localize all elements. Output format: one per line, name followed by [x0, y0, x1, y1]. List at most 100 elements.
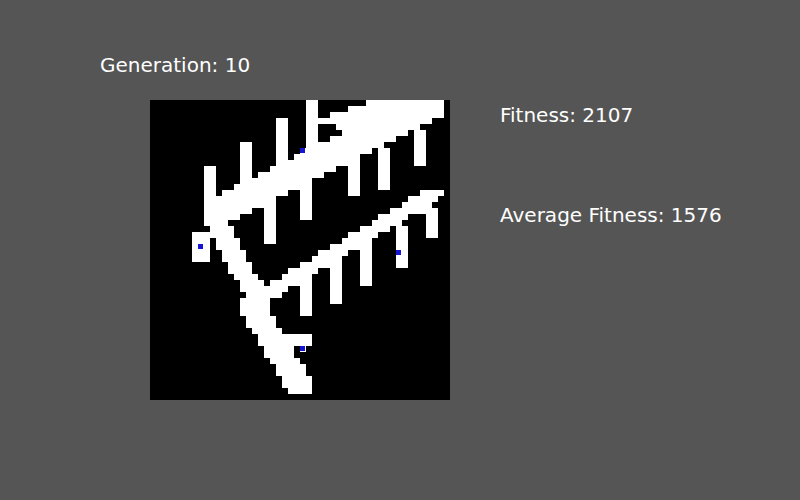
grid-cell [180, 220, 186, 226]
grid-cell [366, 280, 372, 286]
grid-cell [222, 274, 228, 280]
grid-cell [438, 262, 444, 268]
grid-cell [444, 268, 450, 274]
grid-cell [150, 280, 156, 286]
grid-cell [444, 154, 450, 160]
grid-cell [378, 304, 384, 310]
grid-cell [414, 274, 420, 280]
grid-cell [408, 172, 414, 178]
grid-cell [372, 256, 378, 262]
grid-cell [204, 112, 210, 118]
grid-cell [252, 262, 258, 268]
grid-cell [360, 310, 366, 316]
grid-cell [432, 292, 438, 298]
grid-cell [186, 178, 192, 184]
grid-cell [168, 130, 174, 136]
grid-cell [174, 166, 180, 172]
grid-cell [162, 166, 168, 172]
grid-cell [390, 316, 396, 322]
grid-cell [222, 142, 228, 148]
grid-cell [174, 334, 180, 340]
grid-cell [384, 268, 390, 274]
grid-cell [156, 142, 162, 148]
grid-cell [240, 124, 246, 130]
grid-cell [162, 334, 168, 340]
grid-cell [438, 280, 444, 286]
grid-cell [180, 112, 186, 118]
grid-cell [174, 142, 180, 148]
grid-cell [396, 292, 402, 298]
grid-cell [162, 100, 168, 106]
grid-cell [210, 304, 216, 310]
grid-cell [408, 184, 414, 190]
grid-cell [348, 292, 354, 298]
grid-cell [282, 238, 288, 244]
grid-cell [348, 268, 354, 274]
grid-cell [192, 268, 198, 274]
grid-cell [270, 268, 276, 274]
grid-cell [162, 124, 168, 130]
grid-cell [216, 160, 222, 166]
grid-cell [192, 100, 198, 106]
grid-cell [288, 316, 294, 322]
grid-cell [264, 244, 270, 250]
grid-cell [402, 142, 408, 148]
grid-cell [210, 274, 216, 280]
grid-cell [156, 334, 162, 340]
grid-cell [246, 112, 252, 118]
grid-cell [216, 142, 222, 148]
grid-cell [174, 136, 180, 142]
grid-cell [438, 148, 444, 154]
grid-cell [414, 316, 420, 322]
grid-cell [282, 232, 288, 238]
grid-cell [228, 292, 234, 298]
grid-cell [444, 142, 450, 148]
grid-cell [438, 196, 444, 202]
grid-cell [342, 280, 348, 286]
grid-cell [420, 250, 426, 256]
grid-cell [210, 136, 216, 142]
grid-cell [150, 274, 156, 280]
grid-cell [192, 262, 198, 268]
grid-cell [414, 232, 420, 238]
grid-cell [384, 322, 390, 328]
grid-cell [210, 286, 216, 292]
grid-cell [186, 118, 192, 124]
agent-cell [198, 244, 204, 250]
grid-cell [312, 292, 318, 298]
grid-cell [222, 148, 228, 154]
grid-cell [216, 274, 222, 280]
grid-cell [372, 244, 378, 250]
grid-cell [426, 172, 432, 178]
grid-cell [384, 292, 390, 298]
grid-row [150, 316, 450, 322]
grid-cell [174, 184, 180, 190]
grid-cell [180, 190, 186, 196]
grid-cell [438, 220, 444, 226]
grid-cell [216, 322, 222, 328]
grid-cell [186, 100, 192, 106]
grid-cell [150, 100, 156, 106]
grid-cell [414, 250, 420, 256]
grid-cell [294, 250, 300, 256]
grid-cell [402, 310, 408, 316]
grid-cell [150, 148, 156, 154]
grid-cell [312, 184, 318, 190]
grid-cell [384, 286, 390, 292]
grid-cell [402, 154, 408, 160]
generation-label: Generation: 10 [0, 52, 800, 78]
grid-cell [306, 244, 312, 250]
grid-cell [246, 124, 252, 130]
grid-cell [408, 328, 414, 334]
grid-cell [390, 268, 396, 274]
grid-cell [324, 220, 330, 226]
grid-cell [174, 268, 180, 274]
grid-cell [228, 124, 234, 130]
grid-cell [318, 196, 324, 202]
grid-cell [192, 178, 198, 184]
grid-cell [210, 106, 216, 112]
grid-cell [300, 238, 306, 244]
grid-cell [378, 268, 384, 274]
grid-cell [228, 172, 234, 178]
grid-cell [342, 250, 348, 256]
